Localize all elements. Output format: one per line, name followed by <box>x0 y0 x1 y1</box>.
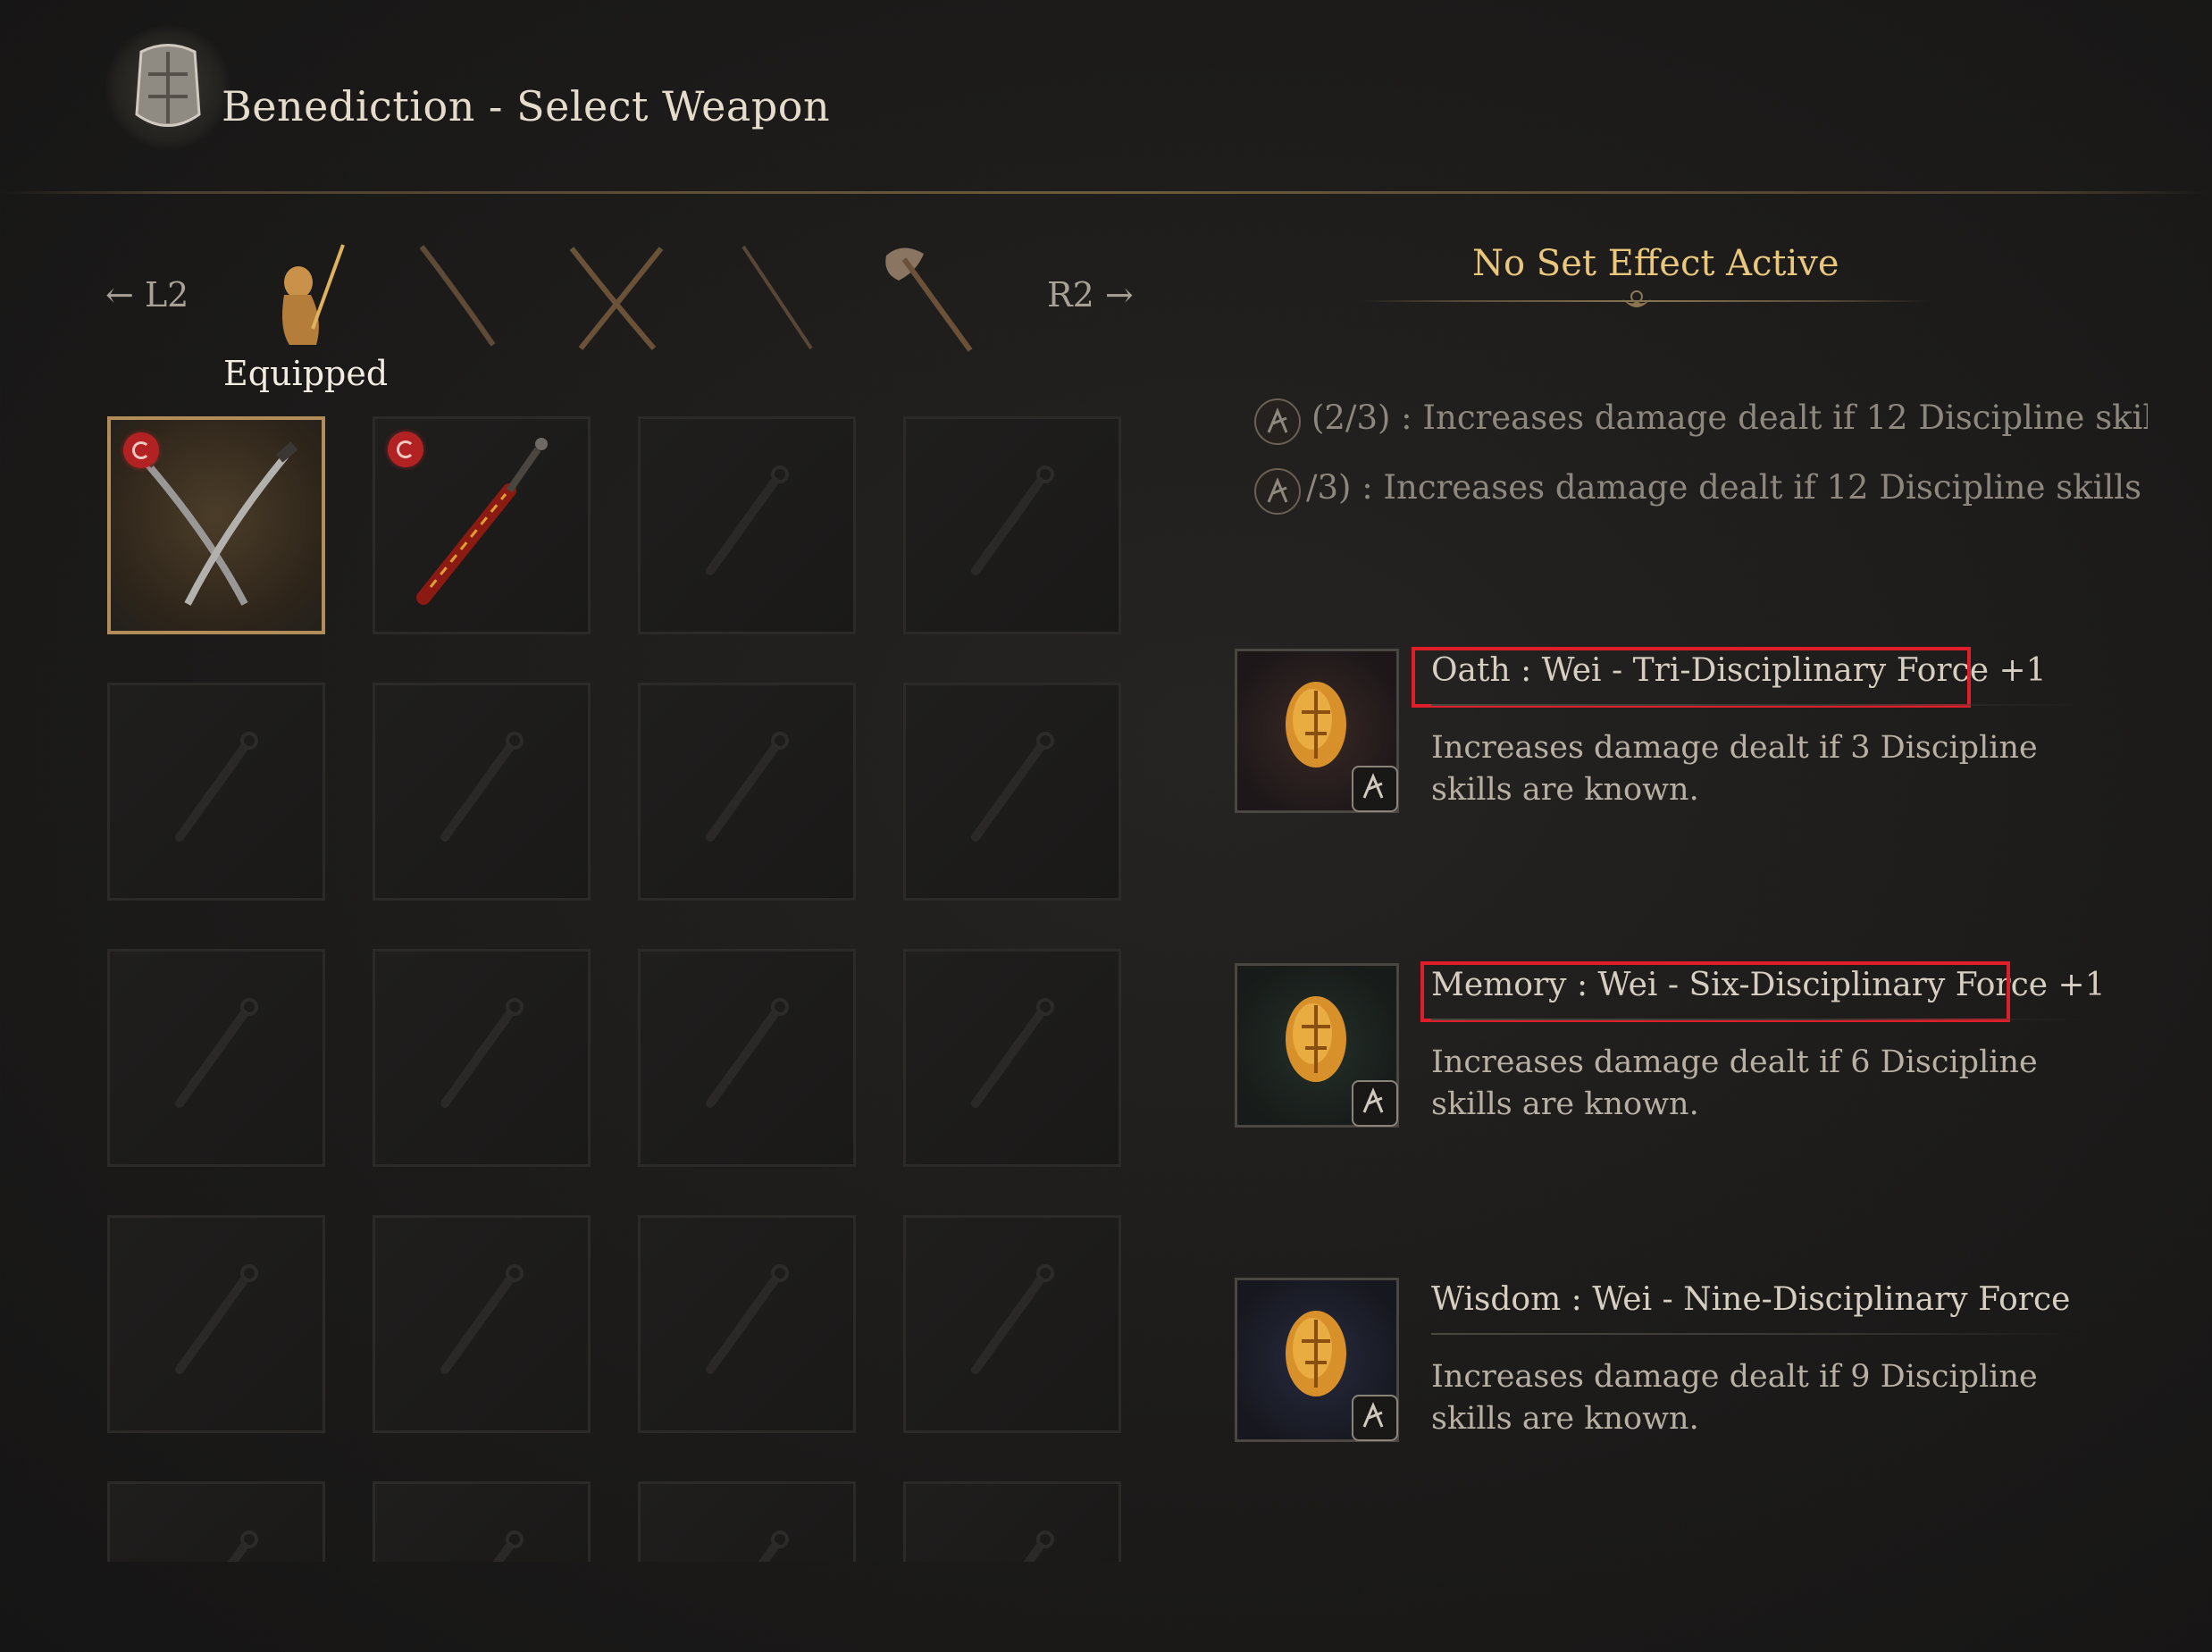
category-tab-equipped[interactable] <box>252 239 359 356</box>
benediction-item-card[interactable] <box>1235 1278 1399 1442</box>
empty-slot-dagger-icon <box>758 1530 789 1562</box>
empty-slot-dagger-icon <box>175 732 258 842</box>
empty-slot-dagger-icon <box>227 1530 258 1562</box>
empty-slot-dagger-icon <box>971 1264 1054 1374</box>
empty-weapon-slot[interactable] <box>107 1481 325 1562</box>
next-hint-label: R2 <box>1047 275 1094 314</box>
highlight-box <box>1412 647 1971 708</box>
empty-slot-dagger-icon <box>440 998 524 1108</box>
equipped-badge-icon <box>388 432 423 467</box>
empty-weapon-slot[interactable] <box>903 416 1121 634</box>
empty-slot-dagger-icon <box>440 1264 524 1374</box>
empty-weapon-slot[interactable] <box>373 1215 591 1433</box>
category-tab-axe[interactable] <box>877 239 985 356</box>
empty-weapon-slot[interactable] <box>107 949 325 1167</box>
equipped-label: Equipped <box>223 354 389 393</box>
category-tab-dual-blades[interactable] <box>565 239 672 356</box>
equipped-badge-icon <box>123 432 159 468</box>
prev-category-button[interactable]: ← L2 <box>105 275 189 314</box>
empty-slot-dagger-icon <box>175 998 258 1108</box>
page-title: Benediction - Select Weapon <box>222 82 831 130</box>
crossed-swords-icon <box>569 247 664 350</box>
item-description: Increases damage dealt if 9 Discipline s… <box>1431 1359 2038 1437</box>
empty-weapon-slot[interactable] <box>638 949 856 1167</box>
category-tab-spear[interactable] <box>733 239 840 356</box>
axe-icon <box>885 247 973 352</box>
discipline-type-icon <box>1352 766 1398 812</box>
empty-weapon-slot[interactable] <box>107 1215 325 1433</box>
item-description: Increases damage dealt if 3 Discipline s… <box>1431 730 2038 808</box>
empty-weapon-slot[interactable] <box>373 949 591 1167</box>
item-name-underline <box>1431 1019 2083 1020</box>
next-category-button[interactable]: R2 → <box>1047 275 1134 314</box>
empty-slot-dagger-icon <box>971 732 1054 842</box>
prev-hint-label: L2 <box>144 275 189 314</box>
empty-slot-dagger-icon <box>1023 1530 1054 1562</box>
empty-weapon-slot[interactable] <box>638 1215 856 1433</box>
empty-slot-dagger-icon <box>706 465 789 575</box>
discipline-type-icon <box>1352 1395 1398 1441</box>
empty-weapon-slot[interactable] <box>903 683 1121 901</box>
weapon-slot-equipped[interactable] <box>107 416 325 634</box>
empty-weapon-slot[interactable] <box>373 683 591 901</box>
empty-weapon-slot[interactable] <box>107 683 325 901</box>
item-description: Increases damage dealt if 6 Discipline s… <box>1431 1044 2038 1122</box>
weapon-slot[interactable] <box>373 416 591 634</box>
empty-slot-dagger-icon <box>706 998 789 1108</box>
arrow-left-icon: ← <box>105 275 134 314</box>
discipline-set-icon <box>1254 398 1301 445</box>
monkey-staff-icon <box>282 244 345 345</box>
empty-weapon-slot[interactable] <box>638 1481 856 1562</box>
discipline-type-icon <box>1352 1080 1398 1127</box>
ornament-icon <box>1619 286 1655 318</box>
empty-slot-dagger-icon <box>175 1264 258 1374</box>
set-effect-title: No Set Effect Active <box>1358 243 2212 284</box>
empty-weapon-slot[interactable] <box>638 416 856 634</box>
empty-slot-dagger-icon <box>492 1530 524 1562</box>
set-effect-title-text: No Set Effect Active <box>1472 243 1839 284</box>
spear-icon <box>742 245 813 350</box>
empty-weapon-slot[interactable] <box>903 949 1121 1167</box>
benediction-item-card[interactable] <box>1235 963 1399 1128</box>
category-tab-curved-blade[interactable] <box>413 239 520 356</box>
highlight-box <box>1420 961 2010 1022</box>
curved-blade-icon <box>419 245 496 347</box>
empty-slot-dagger-icon <box>440 732 524 842</box>
arrow-right-icon: → <box>1104 275 1134 314</box>
empty-weapon-slot[interactable] <box>373 1481 591 1562</box>
empty-weapon-slot[interactable] <box>638 683 856 901</box>
empty-slot-dagger-icon <box>971 465 1054 575</box>
benediction-emblem-icon <box>105 25 230 150</box>
empty-weapon-slot[interactable] <box>903 1481 1121 1562</box>
item-name-underline <box>1431 1333 2083 1335</box>
discipline-set-icon <box>1254 468 1301 515</box>
set-effect-line: (2/3) : Increases damage dealt if 12 Dis… <box>1311 398 2148 437</box>
empty-weapon-slot[interactable] <box>903 1215 1121 1433</box>
item-name-underline <box>1431 704 2083 706</box>
empty-slot-dagger-icon <box>706 732 789 842</box>
empty-slot-dagger-icon <box>971 998 1054 1108</box>
empty-slot-dagger-icon <box>706 1264 789 1374</box>
set-effect-line: /3) : Increases damage dealt if 12 Disci… <box>1306 468 2148 507</box>
item-name: Wisdom : Wei - Nine-Disciplinary Force <box>1431 1281 2071 1318</box>
header-divider <box>0 191 2212 194</box>
benediction-item-card[interactable] <box>1235 649 1399 813</box>
